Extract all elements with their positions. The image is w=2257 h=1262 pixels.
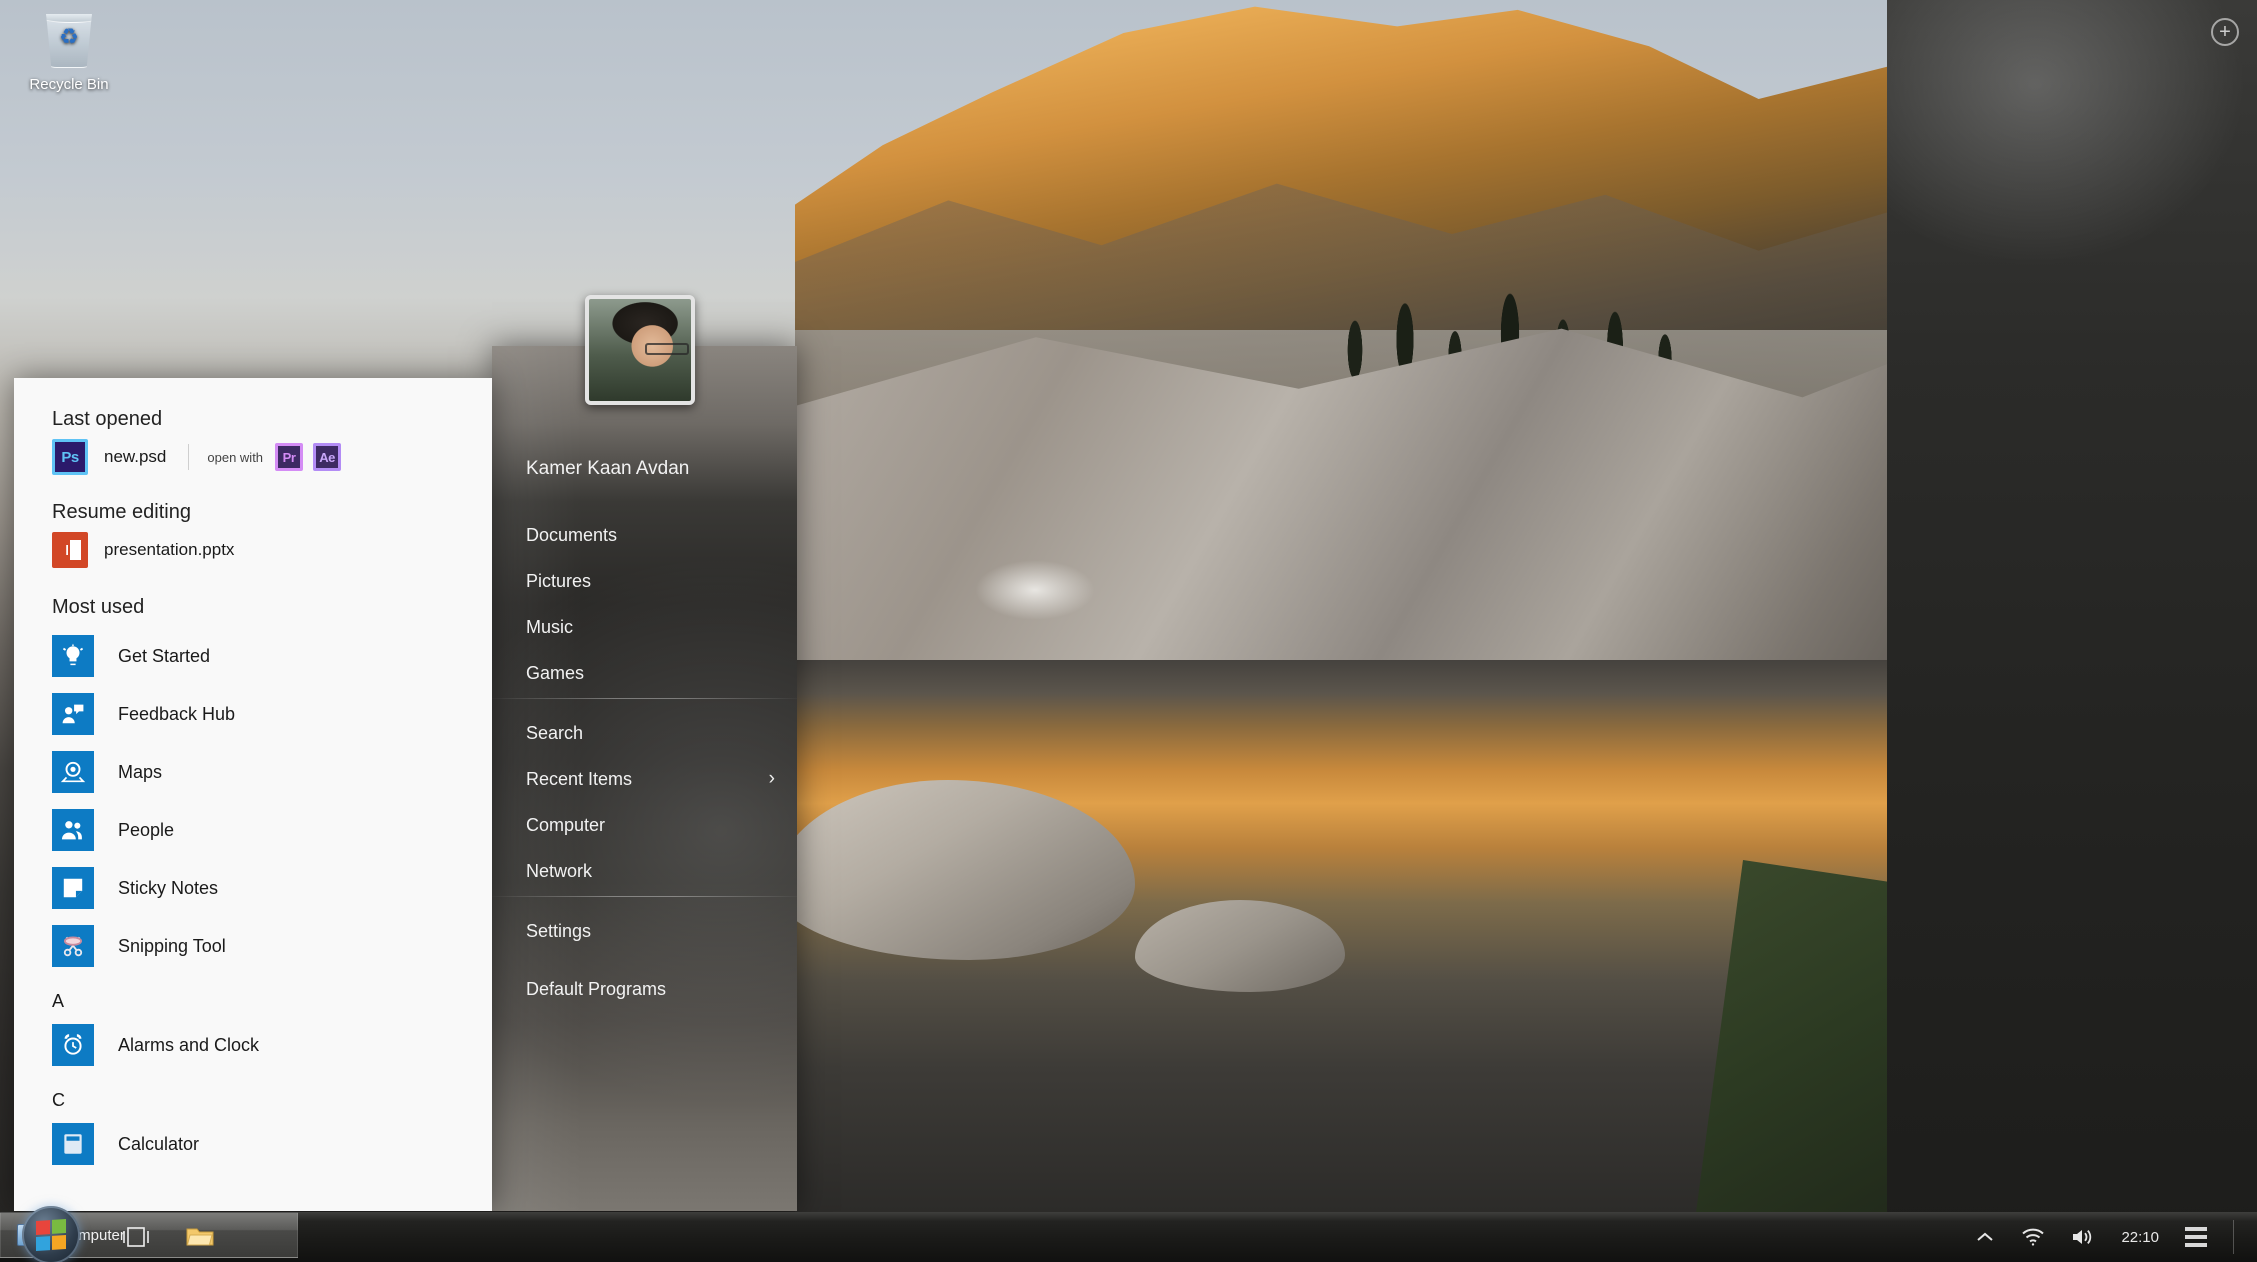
taskbar-clock[interactable]: 22:10 bbox=[2121, 1229, 2159, 1246]
app-maps[interactable]: Maps bbox=[14, 743, 492, 801]
start-nav-search[interactable]: Search bbox=[492, 710, 797, 756]
app-label: Calculator bbox=[118, 1133, 200, 1154]
recycle-bin-icon: ♻ bbox=[46, 14, 92, 68]
last-opened-heading: Last opened bbox=[52, 408, 163, 430]
start-nav-documents[interactable]: Documents bbox=[492, 512, 797, 558]
start-menu-divider bbox=[492, 896, 797, 897]
app-people[interactable]: People bbox=[14, 801, 492, 859]
resume-file-row[interactable]: P presentation.pptx bbox=[52, 532, 492, 568]
app-sticky-notes[interactable]: Sticky Notes bbox=[14, 859, 492, 917]
start-nav-recent-items[interactable]: Recent Items › bbox=[492, 756, 797, 802]
desktop-icon-recycle-bin[interactable]: ♻ Recycle Bin bbox=[14, 14, 124, 93]
windows-orb-icon bbox=[36, 1218, 66, 1252]
start-user-name[interactable]: Kamer Kaan Avdan bbox=[492, 446, 797, 492]
speaker-icon[interactable] bbox=[2071, 1227, 2095, 1247]
resume-file-name: presentation.pptx bbox=[104, 540, 235, 559]
user-avatar[interactable] bbox=[585, 295, 695, 405]
show-desktop-button[interactable] bbox=[2233, 1220, 2243, 1254]
gadget-sidebar: + 12 3 6 9 Thursday 12 APRIL 2018 bbox=[1887, 0, 2257, 1240]
open-with-label: open with bbox=[207, 449, 264, 465]
feedback-icon bbox=[52, 693, 94, 735]
premiere-icon[interactable]: Pr bbox=[275, 443, 304, 471]
app-label: Alarms and Clock bbox=[118, 1034, 260, 1055]
chevron-right-icon: › bbox=[768, 768, 775, 789]
add-gadget-button[interactable]: + bbox=[2211, 18, 2239, 46]
app-label: People bbox=[118, 819, 175, 840]
wallpaper-photo bbox=[795, 0, 1890, 1212]
start-button[interactable] bbox=[22, 1206, 80, 1262]
recycle-bin-label: Recycle Bin bbox=[29, 76, 109, 93]
app-label: Maps bbox=[118, 761, 163, 782]
wifi-icon[interactable] bbox=[2021, 1228, 2045, 1246]
most-used-heading: Most used bbox=[52, 596, 145, 618]
map-pin-icon bbox=[52, 751, 94, 793]
calculator-icon bbox=[52, 1123, 94, 1165]
taskbar: Computer 22:10 bbox=[0, 1206, 2257, 1262]
app-snipping-tool[interactable]: Snipping Tool bbox=[14, 917, 492, 975]
file-explorer-button[interactable] bbox=[172, 1218, 228, 1256]
powerpoint-icon: P bbox=[52, 532, 88, 568]
alpha-section-a: A bbox=[52, 991, 65, 1011]
people-icon bbox=[52, 809, 94, 851]
lightbulb-icon bbox=[52, 635, 94, 677]
wallpaper-snow bbox=[975, 560, 1095, 620]
alarm-clock-icon bbox=[52, 1024, 94, 1066]
sticky-note-icon bbox=[52, 867, 94, 909]
app-label: Snipping Tool bbox=[118, 935, 226, 956]
resume-editing-heading: Resume editing bbox=[52, 501, 191, 523]
start-nav-default-programs[interactable]: Default Programs bbox=[492, 966, 797, 1012]
photoshop-icon: Ps bbox=[52, 439, 88, 475]
app-calculator[interactable]: Calculator bbox=[14, 1115, 492, 1173]
scissors-icon bbox=[52, 925, 94, 967]
app-label: Get Started bbox=[118, 645, 211, 666]
divider bbox=[188, 444, 190, 470]
app-label: Sticky Notes bbox=[118, 877, 219, 898]
recent-file-row[interactable]: Ps new.psd open with Pr Ae bbox=[52, 439, 492, 475]
aftereffects-icon[interactable]: Ae bbox=[313, 443, 342, 471]
app-feedback-hub[interactable]: Feedback Hub bbox=[14, 685, 492, 743]
desktop-screen: ♻ Recycle Bin Kamer Kaan Avdan Documents… bbox=[0, 0, 2257, 1262]
start-nav-network[interactable]: Network bbox=[492, 848, 797, 894]
action-center-button[interactable] bbox=[2185, 1227, 2207, 1247]
start-nav-games[interactable]: Games bbox=[492, 650, 797, 696]
system-tray: 22:10 bbox=[1975, 1212, 2243, 1262]
recent-file-name: new.psd bbox=[104, 447, 167, 466]
avatar-glasses bbox=[645, 343, 689, 355]
app-alarms-and-clock[interactable]: Alarms and Clock bbox=[14, 1016, 492, 1074]
start-nav-pictures[interactable]: Pictures bbox=[492, 558, 797, 604]
start-nav-music[interactable]: Music bbox=[492, 604, 797, 650]
task-view-button[interactable] bbox=[108, 1218, 164, 1256]
start-menu-divider bbox=[492, 698, 797, 699]
start-nav-computer[interactable]: Computer bbox=[492, 802, 797, 848]
alpha-section-c: C bbox=[52, 1090, 65, 1110]
app-get-started[interactable]: Get Started bbox=[14, 627, 492, 685]
start-nav-settings[interactable]: Settings bbox=[492, 908, 797, 954]
chevron-up-icon[interactable] bbox=[1975, 1230, 1995, 1244]
start-menu-left-panel: Last opened Ps new.psd open with Pr Ae R… bbox=[14, 378, 492, 1211]
start-menu-right-panel: Kamer Kaan Avdan Documents Pictures Musi… bbox=[492, 346, 797, 1211]
app-label: Feedback Hub bbox=[118, 703, 236, 724]
